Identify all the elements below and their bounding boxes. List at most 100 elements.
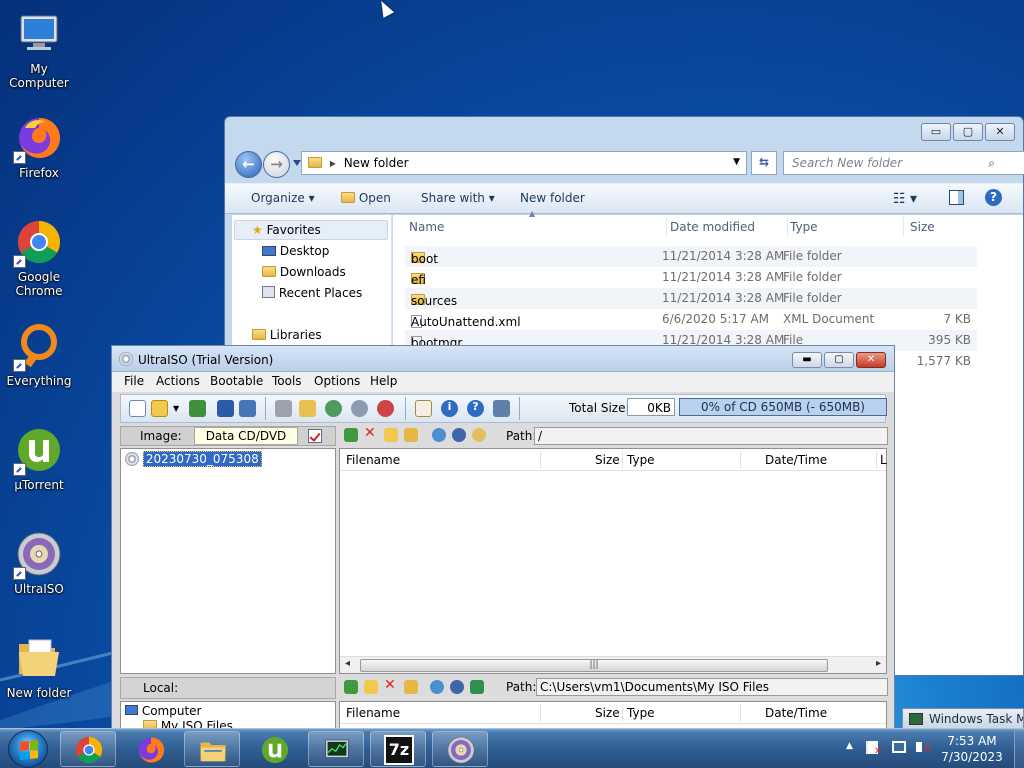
tree-node-computer[interactable]: Computer (125, 704, 201, 718)
open-button[interactable]: Open (341, 191, 391, 205)
desktop-icon-ultraiso[interactable]: UltraISO (2, 524, 76, 614)
taskbar-7zip[interactable]: 7z (370, 731, 426, 767)
extract-icon[interactable] (189, 400, 206, 417)
cd-capacity-bar[interactable]: 0% of CD 650MB (- 650MB) (679, 398, 887, 416)
file-row[interactable]: efi 11/21/2014 3:28 AM File folder (405, 267, 977, 288)
column-header-extra[interactable]: L (880, 453, 887, 467)
nav-favorites[interactable]: ★ Favorites (252, 223, 321, 237)
menu-options[interactable]: Options (314, 374, 360, 388)
address-bar[interactable]: ▸ New folder ▼ (301, 151, 747, 175)
column-header-type[interactable]: Type (627, 453, 655, 467)
chevron-down-icon[interactable]: ▼ (173, 404, 181, 421)
action-center-flag-icon[interactable]: ✕ (866, 741, 882, 768)
column-header-filename[interactable]: Filename (346, 706, 400, 720)
iso-root-label[interactable]: 20230730_075308 (142, 451, 262, 467)
view-options-icon[interactable]: ☷ ▾ (893, 191, 917, 207)
open-icon[interactable] (151, 400, 168, 417)
delete-icon[interactable]: ✕ (384, 678, 398, 692)
column-header-size[interactable]: Size (595, 706, 620, 720)
settings-gear-icon[interactable] (452, 428, 466, 442)
compress-icon[interactable] (325, 400, 342, 417)
start-button[interactable] (8, 730, 48, 768)
go-up-icon[interactable] (344, 428, 358, 442)
taskbar-firefox[interactable] (122, 731, 178, 767)
save-as-icon[interactable] (239, 400, 256, 417)
burn-icon[interactable] (275, 400, 292, 417)
exit-icon[interactable] (493, 400, 510, 417)
recent-pages-dropdown-icon[interactable] (293, 160, 301, 166)
refresh-button[interactable]: ⇆ (751, 151, 777, 175)
menu-actions[interactable]: Actions (156, 374, 200, 388)
new-folder-icon[interactable] (364, 680, 378, 694)
refresh-icon[interactable] (430, 680, 444, 694)
help-icon[interactable]: ? (467, 400, 484, 417)
breadcrumb-path[interactable]: New folder (344, 156, 409, 170)
ultraiso-titlebar[interactable]: UltraISO (Trial Version) ▬ ▢ ✕ (112, 346, 894, 372)
properties-icon[interactable] (415, 400, 432, 417)
iso-root-node[interactable]: 20230730_075308 (125, 451, 262, 467)
image-type-select[interactable]: Data CD/DVD (194, 427, 298, 445)
organize-button[interactable]: Organize ▾ (251, 191, 315, 205)
close-button[interactable]: ✕ (985, 123, 1015, 141)
column-header-filename[interactable]: Filename (346, 453, 400, 467)
clock[interactable]: 7:53 AM 7/30/2023 (934, 733, 1010, 765)
back-button[interactable]: ← (235, 151, 262, 178)
desktop-icon-firefox[interactable]: Firefox (2, 108, 76, 198)
desktop-icon-new-folder[interactable]: New folder (2, 628, 76, 718)
desktop-icon-chrome[interactable]: Google Chrome (2, 212, 76, 302)
desktop-icon-utorrent[interactable]: µTorrent (2, 420, 76, 510)
network-icon[interactable] (892, 741, 906, 768)
taskbar-ultraiso[interactable] (432, 731, 488, 767)
forward-button[interactable]: → (263, 151, 290, 178)
new-folder-icon[interactable] (384, 428, 398, 442)
file-row[interactable]: sources 11/21/2014 3:28 AM File folder (405, 288, 977, 309)
column-header-size[interactable]: Size (595, 453, 620, 467)
local-path-field[interactable]: C:\Users\vm1\Documents\My ISO Files (536, 678, 888, 696)
maximize-button[interactable]: ▢ (824, 352, 854, 368)
menu-help[interactable]: Help (370, 374, 397, 388)
save-icon[interactable] (217, 400, 234, 417)
column-header-datetime[interactable]: Date/Time (765, 706, 827, 720)
nav-desktop[interactable]: Desktop (262, 244, 329, 258)
taskbar-task-manager[interactable] (308, 731, 364, 767)
minimize-button[interactable]: ▭ (921, 123, 951, 141)
sync-icon[interactable] (470, 680, 484, 694)
new-folder-button[interactable]: New folder (520, 191, 585, 205)
add-files-icon[interactable] (404, 428, 418, 442)
desktop-icon-everything[interactable]: Everything (2, 316, 76, 406)
task-manager-window-peek[interactable]: Windows Task Ma (902, 708, 1024, 730)
nav-libraries[interactable]: Libraries (252, 328, 322, 342)
chevron-down-icon[interactable]: ▼ (733, 157, 740, 167)
desktop-icon-my-computer[interactable]: My Computer (2, 4, 76, 94)
breadcrumb-arrow-icon[interactable]: ▸ (330, 156, 336, 170)
file-row[interactable]: AutoUnattend.xml 6/6/2020 5:17 AM XML Docu… (405, 309, 977, 330)
close-button[interactable]: ✕ (856, 352, 886, 368)
column-header-date[interactable]: Date modified (670, 217, 788, 237)
column-header-type[interactable]: Type (627, 706, 655, 720)
column-header-type[interactable]: Type (790, 217, 904, 237)
show-desktop-button[interactable] (1014, 729, 1024, 768)
iso-path-field[interactable]: / (534, 427, 888, 445)
convert-icon[interactable] (377, 400, 394, 417)
column-header-size[interactable]: Size (910, 217, 980, 237)
info-icon[interactable]: i (441, 400, 458, 417)
file-row[interactable]: boot 11/21/2014 3:28 AM File folder (405, 246, 977, 267)
show-hidden-icons-button[interactable]: ▲ (846, 741, 853, 768)
menu-tools[interactable]: Tools (272, 374, 302, 388)
help-icon[interactable]: ? (985, 189, 1002, 206)
column-header-name[interactable]: Name (409, 217, 667, 237)
scrollbar-thumb[interactable]: ||| (360, 659, 828, 672)
ultraiso-window[interactable]: UltraISO (Trial Version) ▬ ▢ ✕ File Acti… (111, 345, 895, 729)
go-up-icon[interactable] (344, 680, 358, 694)
delete-icon[interactable]: ✕ (364, 426, 378, 440)
scroll-left-icon[interactable]: ◂ (345, 658, 350, 669)
column-header-datetime[interactable]: Date/Time (765, 453, 827, 467)
taskbar-utorrent[interactable] (246, 731, 302, 767)
taskbar-explorer[interactable] (184, 731, 240, 767)
search-icon[interactable]: ⌕ (988, 156, 995, 171)
menu-file[interactable]: File (124, 374, 144, 388)
horizontal-scrollbar[interactable]: ◂ ||| ▸ (340, 656, 886, 673)
scroll-right-icon[interactable]: ▸ (876, 658, 881, 669)
taskbar-chrome[interactable] (60, 731, 116, 767)
search-icon[interactable] (472, 428, 486, 442)
